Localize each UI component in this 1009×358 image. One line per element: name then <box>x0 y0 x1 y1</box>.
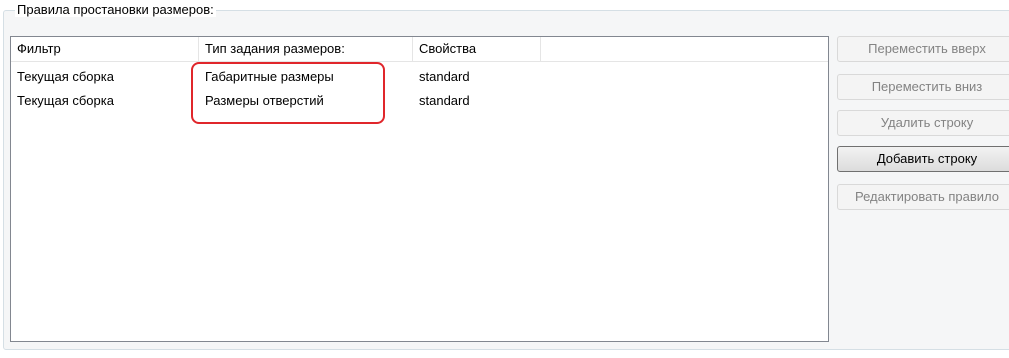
column-header-properties[interactable]: Свойства <box>413 37 541 61</box>
cell-filter: Текущая сборка <box>17 69 114 84</box>
cell-properties: standard <box>419 93 470 108</box>
group-title: Правила простановки размеров: <box>15 2 216 17</box>
list-header: Фильтр Тип задания размеров: Свойства <box>11 37 828 62</box>
column-header-dimension-type[interactable]: Тип задания размеров: <box>199 37 413 61</box>
add-row-button[interactable]: Добавить строку <box>837 146 1009 172</box>
cell-dimension-type: Габаритные размеры <box>205 69 334 84</box>
cell-dimension-type: Размеры отверстий <box>205 93 324 108</box>
rules-list[interactable]: Фильтр Тип задания размеров: Свойства Те… <box>10 36 829 342</box>
move-down-button[interactable]: Переместить вниз <box>837 74 1009 100</box>
column-header-filter[interactable]: Фильтр <box>11 37 199 61</box>
table-row[interactable]: Текущая сборка Размеры отверстий standar… <box>11 89 828 113</box>
cell-filter: Текущая сборка <box>17 93 114 108</box>
table-row[interactable]: Текущая сборка Габаритные размеры standa… <box>11 65 828 89</box>
move-up-button[interactable]: Переместить вверх <box>837 36 1009 62</box>
delete-row-button[interactable]: Удалить строку <box>837 110 1009 136</box>
edit-rule-button[interactable]: Редактировать правило <box>837 184 1009 210</box>
cell-properties: standard <box>419 69 470 84</box>
